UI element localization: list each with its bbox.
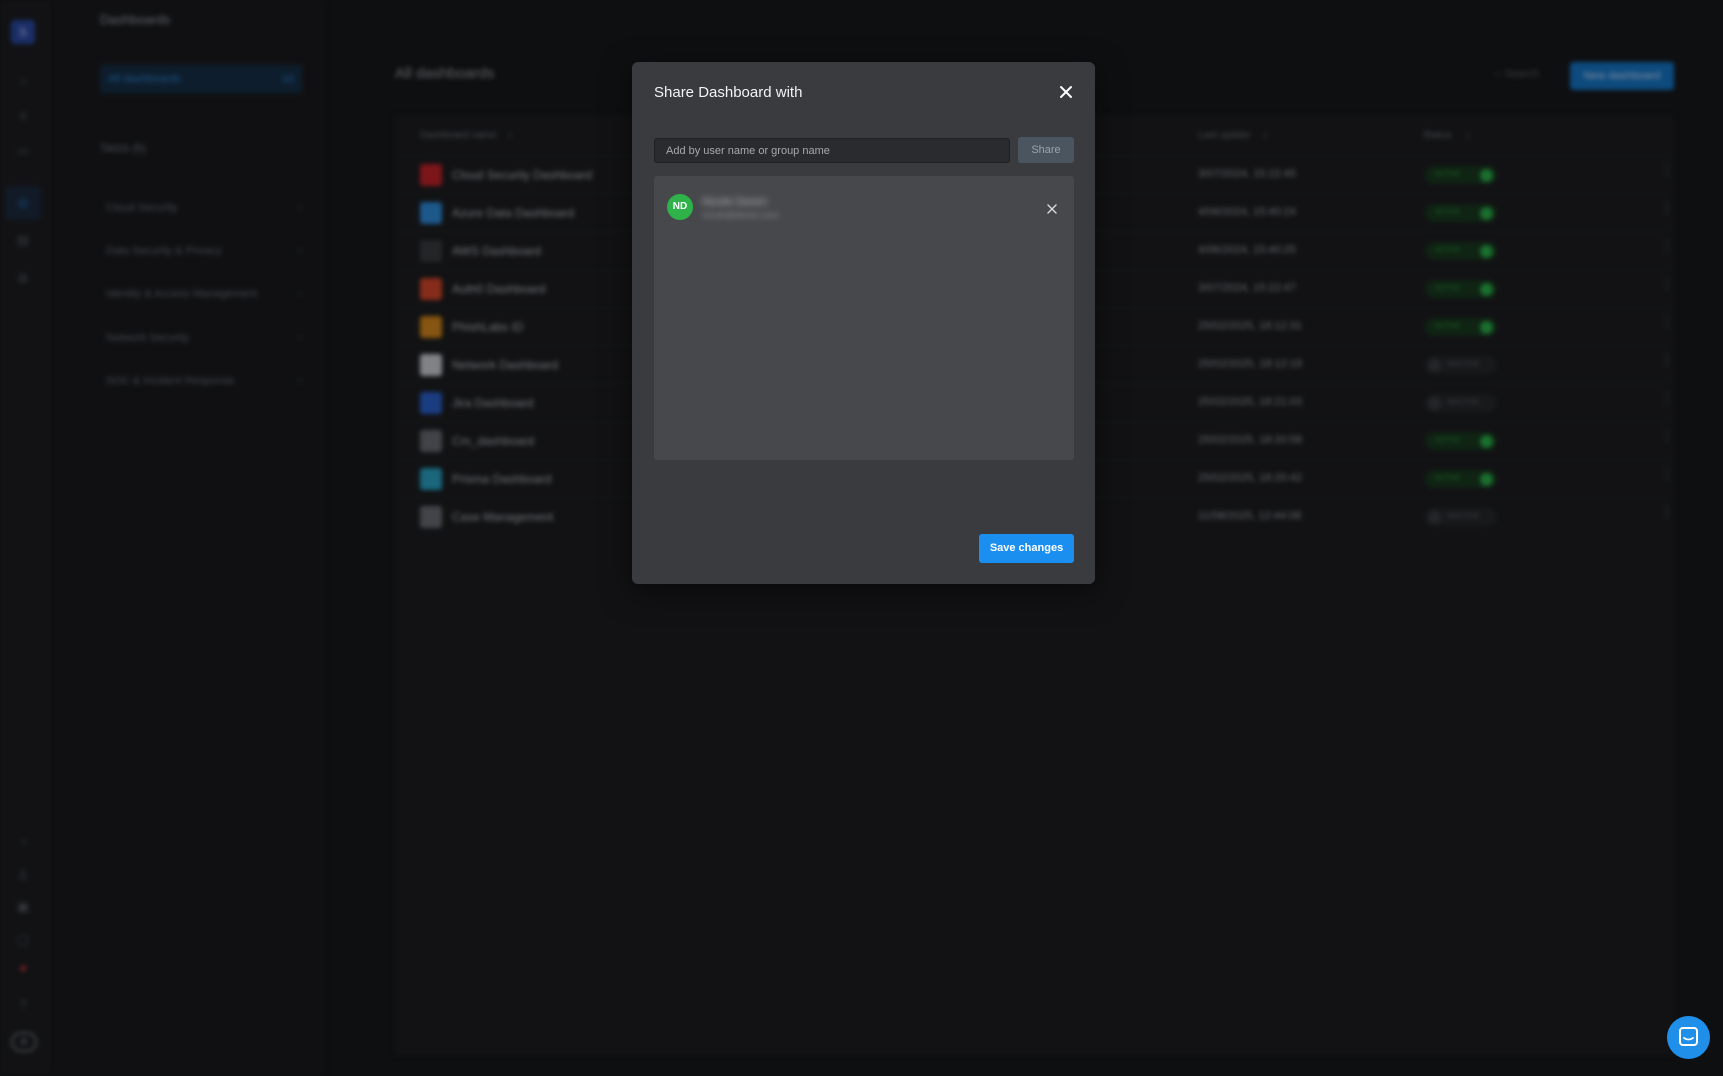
- share-search-input[interactable]: [654, 138, 1010, 163]
- save-changes-button[interactable]: Save changes: [979, 534, 1074, 563]
- chat-launcher-button[interactable]: [1667, 1016, 1710, 1059]
- user-email: nicole@deven.com: [702, 210, 779, 220]
- share-dialog: Share Dashboard with Share ND Nicole Dev…: [632, 62, 1095, 584]
- list-item: ND Nicole Deven nicole@deven.com: [654, 176, 1074, 242]
- close-icon[interactable]: [1056, 82, 1076, 102]
- user-name: Nicole Deven: [702, 196, 768, 208]
- avatar: ND: [667, 194, 693, 220]
- chat-icon: [1679, 1027, 1698, 1046]
- shared-users-list: ND Nicole Deven nicole@deven.com: [654, 176, 1074, 460]
- dialog-title: Share Dashboard with: [654, 84, 803, 101]
- share-button[interactable]: Share: [1018, 137, 1074, 163]
- remove-user-icon[interactable]: [1045, 202, 1059, 216]
